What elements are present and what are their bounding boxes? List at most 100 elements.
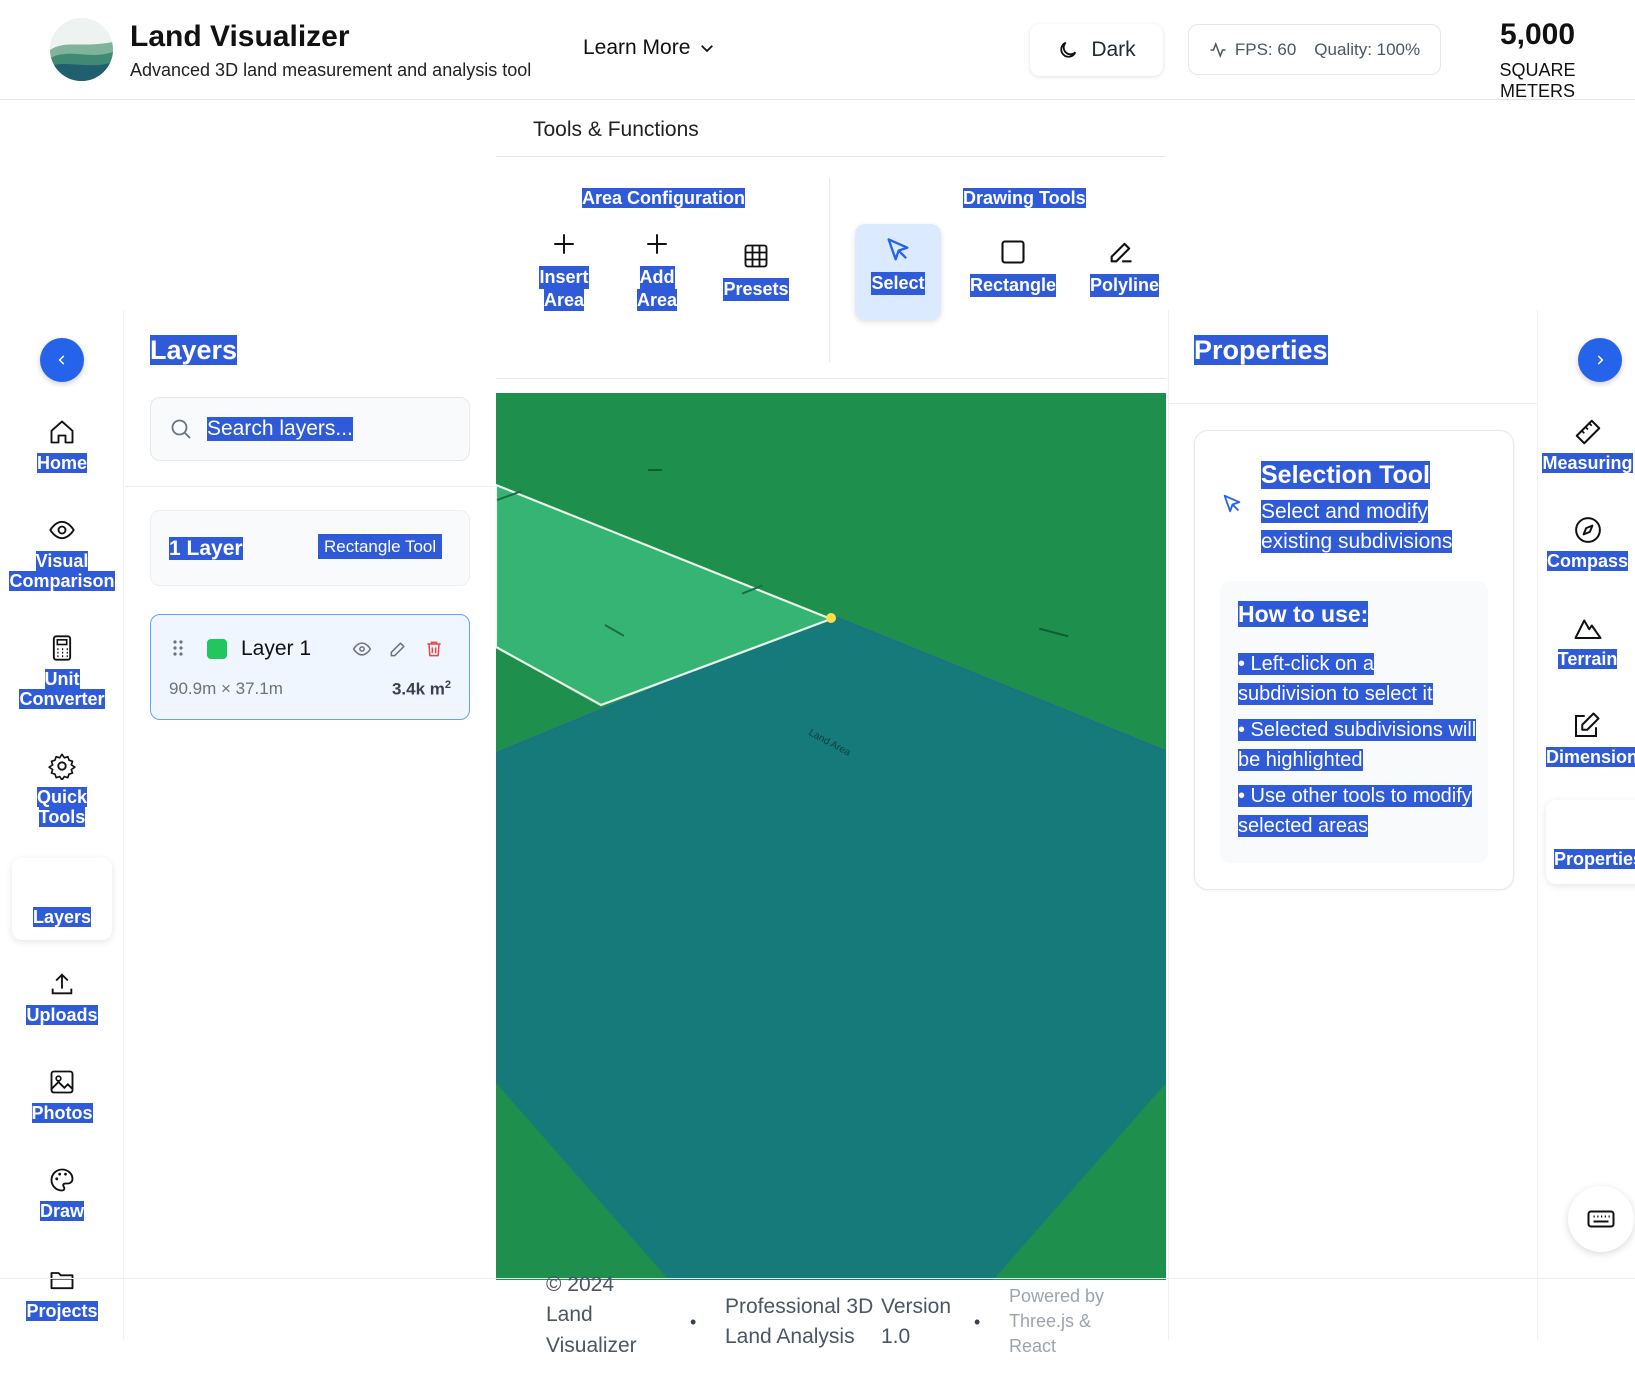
nav-label: Home (36, 453, 87, 473)
active-tool-badge: Rectangle Tool (318, 534, 443, 559)
layer-color-swatch[interactable] (207, 639, 227, 659)
insert-area-button[interactable]: Insert Area (520, 226, 608, 322)
nav-photos[interactable]: Photos (7, 1064, 117, 1124)
mountain-icon (1574, 619, 1601, 639)
add-area-button[interactable]: Add Area (613, 226, 701, 322)
how-to-use-box: How to use: • Left-click on a subdivisio… (1220, 581, 1488, 863)
layer-dimensions: 90.9m × 37.1m (169, 679, 283, 698)
left-navigation: Home Visual Comparison Unit Converter Qu… (0, 310, 124, 1340)
layers-panel-title: Layers (150, 335, 238, 365)
tool-description: Select and modify existing subdivisions (1261, 500, 1453, 554)
gear-icon (48, 753, 76, 780)
learn-more-label: Learn More (583, 36, 691, 59)
image-icon (50, 1070, 74, 1094)
nav-label: Tools (38, 806, 86, 827)
quality-readout: Quality: 100% (1314, 39, 1421, 59)
header: Land Visualizer Advanced 3D land measure… (0, 0, 1635, 101)
tools-panel-title: Tools & Functions (533, 118, 699, 141)
nav-projects[interactable]: Projects (7, 1262, 117, 1322)
footer-separator: • (690, 1312, 697, 1332)
how-to-title: How to use: (1238, 601, 1369, 627)
nav-home[interactable]: Home (7, 414, 117, 474)
nav-label: Converter (19, 688, 105, 709)
collapse-right-button[interactable] (1578, 338, 1622, 382)
nav-uploads[interactable]: Uploads (7, 966, 117, 1026)
select-tool-button[interactable]: Select (855, 224, 941, 320)
layer-search-box[interactable]: Search layers... (150, 397, 470, 461)
list-item: • Left-click on a subdivision to select … (1238, 653, 1433, 705)
nav-label: Measuring (1542, 453, 1633, 473)
nav-label: Compass (1546, 551, 1629, 571)
nav-compass[interactable]: Compass (1540, 512, 1635, 572)
nav-measuring[interactable]: Measuring (1540, 414, 1635, 474)
nav-label: Terrain (1557, 649, 1618, 669)
list-item: • Selected subdivisions will be highligh… (1238, 719, 1477, 771)
folder-icon (50, 1272, 74, 1290)
nav-dimensions[interactable]: Dimensions (1540, 708, 1635, 768)
presets-button[interactable]: Presets (712, 238, 800, 334)
nav-label: Properties (1554, 849, 1635, 869)
layer-summary: 1 Layer Rectangle Tool (150, 510, 470, 586)
visibility-eye-icon[interactable] (352, 639, 372, 659)
edit-pencil-icon[interactable] (388, 639, 408, 659)
square-icon (1001, 240, 1025, 264)
theme-toggle-label: Dark (1091, 38, 1136, 61)
fps-readout: FPS: 60 (1234, 39, 1297, 59)
layer-item[interactable]: Layer 1 90.9m × 37.1m 3.4k m2 (150, 614, 470, 720)
nav-label: Photos (31, 1103, 93, 1123)
learn-more-menu[interactable]: Learn More (583, 36, 716, 60)
compass-icon (1574, 517, 1601, 543)
cursor-icon (1223, 494, 1241, 513)
delete-trash-icon[interactable] (424, 639, 444, 659)
plus-icon (554, 234, 574, 254)
nav-unit-converter[interactable]: Unit Converter (7, 630, 117, 710)
land-area-polygon[interactable] (496, 615, 1166, 1288)
right-navigation: Measuring Compass Terrain Dimensions Pro… (1540, 310, 1635, 1340)
tool-label: Polyline (1090, 274, 1160, 297)
layers-panel: Layers Search layers... 1 Layer Rectangl… (125, 310, 495, 1340)
collapse-left-button[interactable] (40, 338, 84, 382)
nav-label: Dimensions (1546, 747, 1635, 767)
cursor-icon (887, 238, 909, 261)
nav-terrain[interactable]: Terrain (1540, 610, 1635, 670)
footer-product: Professional 3D Land Analysis (725, 1295, 874, 1349)
app-title: Land Visualizer (130, 20, 350, 53)
eye-icon (49, 520, 75, 540)
nav-visual-comparison[interactable]: Visual Comparison (7, 512, 117, 592)
nav-properties[interactable]: Properties (1546, 800, 1635, 884)
nav-label: Quick (36, 787, 88, 807)
theme-toggle-button[interactable]: Dark (1030, 24, 1163, 76)
nav-label: Visual (35, 551, 89, 571)
polyline-tool-button[interactable]: Polyline (1090, 226, 1166, 322)
tool-label: Insert (539, 266, 589, 289)
how-to-list: • Left-click on a subdivision to select … (1238, 649, 1478, 847)
activity-icon (1210, 41, 1226, 58)
footer-version: Version 1.0 (881, 1295, 952, 1349)
nav-draw[interactable]: Draw (7, 1162, 117, 1222)
divider (496, 378, 1166, 379)
scene-render[interactable]: Land Area (496, 393, 1166, 1288)
3d-viewport[interactable]: Land Area (496, 393, 1166, 1288)
edit-icon (1575, 712, 1600, 737)
search-icon (171, 419, 191, 439)
nav-layers[interactable]: Layers (12, 858, 112, 940)
nav-quick-tools[interactable]: Quick Tools (7, 748, 117, 828)
nav-label: Draw (39, 1201, 84, 1221)
rectangle-tool-button[interactable]: Rectangle (963, 226, 1063, 322)
drag-handle-icon[interactable] (171, 637, 185, 659)
layer-search-input[interactable]: Search layers... (207, 417, 353, 441)
keyboard-shortcuts-button[interactable] (1568, 1186, 1634, 1252)
layer-area: 3.4k m2 (391, 679, 451, 699)
chevron-right-icon (1597, 355, 1604, 365)
tool-label: Add (639, 266, 675, 289)
layer-name: Layer 1 (241, 637, 312, 660)
vertex-handle[interactable] (826, 613, 836, 623)
nav-label: Layers (32, 907, 92, 927)
divider (1169, 403, 1537, 404)
upload-icon (51, 973, 73, 995)
selection-tool-card: Selection Tool Select and modify existin… (1194, 430, 1514, 890)
tools-panel: Tools & Functions Area Configuration Dra… (496, 100, 1166, 380)
footer-separator: • (974, 1312, 981, 1332)
nav-label: Comparison (9, 570, 115, 591)
footer-copyright: © 2024 Land Visualizer (546, 1273, 637, 1357)
